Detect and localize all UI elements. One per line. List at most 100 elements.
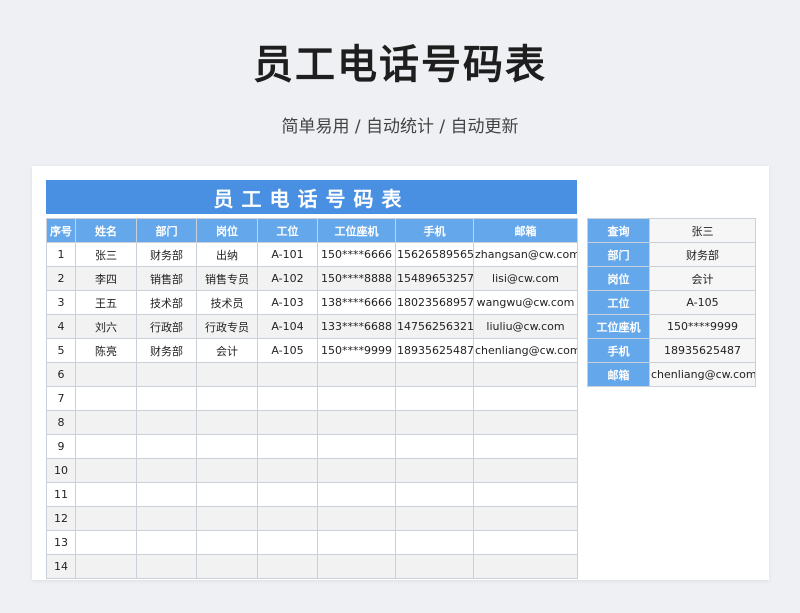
cell-name[interactable] xyxy=(75,458,137,483)
cell-department[interactable] xyxy=(136,362,197,387)
cell-mobile[interactable] xyxy=(395,482,474,507)
cell-index[interactable]: 1 xyxy=(46,242,76,267)
cell-index[interactable]: 11 xyxy=(46,482,76,507)
cell-email[interactable] xyxy=(473,530,578,555)
cell-workstation[interactable]: A-104 xyxy=(257,314,318,339)
cell-email[interactable] xyxy=(473,458,578,483)
cell-workstation[interactable]: A-105 xyxy=(257,338,318,363)
cell-index[interactable]: 3 xyxy=(46,290,76,315)
cell-index[interactable]: 13 xyxy=(46,530,76,555)
cell-mobile[interactable] xyxy=(395,362,474,387)
cell-workstation[interactable] xyxy=(257,434,318,459)
cell-mobile[interactable] xyxy=(395,434,474,459)
cell-name[interactable] xyxy=(75,554,137,579)
cell-email[interactable]: wangwu@cw.com xyxy=(473,290,578,315)
cell-desk-phone[interactable] xyxy=(317,362,396,387)
cell-workstation[interactable] xyxy=(257,410,318,435)
cell-email[interactable] xyxy=(473,362,578,387)
cell-workstation[interactable] xyxy=(257,362,318,387)
cell-position[interactable] xyxy=(196,482,258,507)
cell-department[interactable]: 财务部 xyxy=(136,242,197,267)
cell-mobile[interactable]: 14756256321 xyxy=(395,314,474,339)
cell-position[interactable] xyxy=(196,458,258,483)
cell-desk-phone[interactable]: 150****6666 xyxy=(317,242,396,267)
cell-mobile[interactable] xyxy=(395,458,474,483)
cell-desk-phone[interactable] xyxy=(317,386,396,411)
cell-name[interactable] xyxy=(75,362,137,387)
cell-workstation[interactable] xyxy=(257,530,318,555)
cell-desk-phone[interactable] xyxy=(317,482,396,507)
cell-name[interactable] xyxy=(75,410,137,435)
cell-workstation[interactable] xyxy=(257,506,318,531)
cell-name[interactable] xyxy=(75,482,137,507)
cell-index[interactable]: 2 xyxy=(46,266,76,291)
cell-email[interactable] xyxy=(473,434,578,459)
cell-name[interactable]: 刘六 xyxy=(75,314,137,339)
cell-name[interactable]: 张三 xyxy=(75,242,137,267)
cell-position[interactable] xyxy=(196,434,258,459)
cell-name[interactable] xyxy=(75,434,137,459)
cell-desk-phone[interactable]: 133****6688 xyxy=(317,314,396,339)
cell-mobile[interactable]: 15626589565 xyxy=(395,242,474,267)
cell-department[interactable] xyxy=(136,530,197,555)
cell-desk-phone[interactable] xyxy=(317,410,396,435)
cell-department[interactable]: 技术部 xyxy=(136,290,197,315)
cell-email[interactable] xyxy=(473,482,578,507)
cell-workstation[interactable]: A-101 xyxy=(257,242,318,267)
cell-position[interactable]: 销售专员 xyxy=(196,266,258,291)
cell-department[interactable] xyxy=(136,482,197,507)
cell-email[interactable]: liuliu@cw.com xyxy=(473,314,578,339)
cell-workstation[interactable] xyxy=(257,458,318,483)
cell-name[interactable] xyxy=(75,530,137,555)
cell-department[interactable] xyxy=(136,554,197,579)
cell-email[interactable] xyxy=(473,386,578,411)
cell-department[interactable] xyxy=(136,410,197,435)
cell-index[interactable]: 10 xyxy=(46,458,76,483)
cell-mobile[interactable] xyxy=(395,554,474,579)
cell-desk-phone[interactable] xyxy=(317,530,396,555)
cell-mobile[interactable]: 15489653257 xyxy=(395,266,474,291)
cell-index[interactable]: 14 xyxy=(46,554,76,579)
cell-position[interactable] xyxy=(196,530,258,555)
cell-position[interactable]: 出纳 xyxy=(196,242,258,267)
cell-desk-phone[interactable] xyxy=(317,458,396,483)
cell-mobile[interactable] xyxy=(395,530,474,555)
cell-mobile[interactable]: 18935625487 xyxy=(395,338,474,363)
cell-position[interactable] xyxy=(196,506,258,531)
cell-index[interactable]: 5 xyxy=(46,338,76,363)
cell-index[interactable]: 8 xyxy=(46,410,76,435)
cell-mobile[interactable] xyxy=(395,506,474,531)
cell-position[interactable] xyxy=(196,386,258,411)
cell-desk-phone[interactable]: 150****9999 xyxy=(317,338,396,363)
cell-email[interactable] xyxy=(473,506,578,531)
cell-email[interactable] xyxy=(473,410,578,435)
cell-department[interactable] xyxy=(136,506,197,531)
cell-workstation[interactable]: A-103 xyxy=(257,290,318,315)
cell-email[interactable]: chenliang@cw.com xyxy=(473,338,578,363)
cell-position[interactable]: 行政专员 xyxy=(196,314,258,339)
cell-mobile[interactable] xyxy=(395,386,474,411)
cell-desk-phone[interactable] xyxy=(317,506,396,531)
cell-index[interactable]: 6 xyxy=(46,362,76,387)
cell-workstation[interactable]: A-102 xyxy=(257,266,318,291)
cell-email[interactable]: lisi@cw.com xyxy=(473,266,578,291)
cell-desk-phone[interactable]: 150****8888 xyxy=(317,266,396,291)
cell-name[interactable]: 李四 xyxy=(75,266,137,291)
cell-workstation[interactable] xyxy=(257,482,318,507)
cell-desk-phone[interactable] xyxy=(317,434,396,459)
cell-name[interactable]: 王五 xyxy=(75,290,137,315)
cell-index[interactable]: 12 xyxy=(46,506,76,531)
cell-mobile[interactable] xyxy=(395,410,474,435)
cell-workstation[interactable] xyxy=(257,386,318,411)
cell-email[interactable] xyxy=(473,554,578,579)
cell-workstation[interactable] xyxy=(257,554,318,579)
cell-desk-phone[interactable] xyxy=(317,554,396,579)
cell-department[interactable] xyxy=(136,386,197,411)
cell-position[interactable] xyxy=(196,410,258,435)
cell-index[interactable]: 9 xyxy=(46,434,76,459)
cell-name[interactable] xyxy=(75,386,137,411)
cell-desk-phone[interactable]: 138****6666 xyxy=(317,290,396,315)
cell-position[interactable]: 会计 xyxy=(196,338,258,363)
cell-department[interactable] xyxy=(136,458,197,483)
cell-department[interactable]: 财务部 xyxy=(136,338,197,363)
